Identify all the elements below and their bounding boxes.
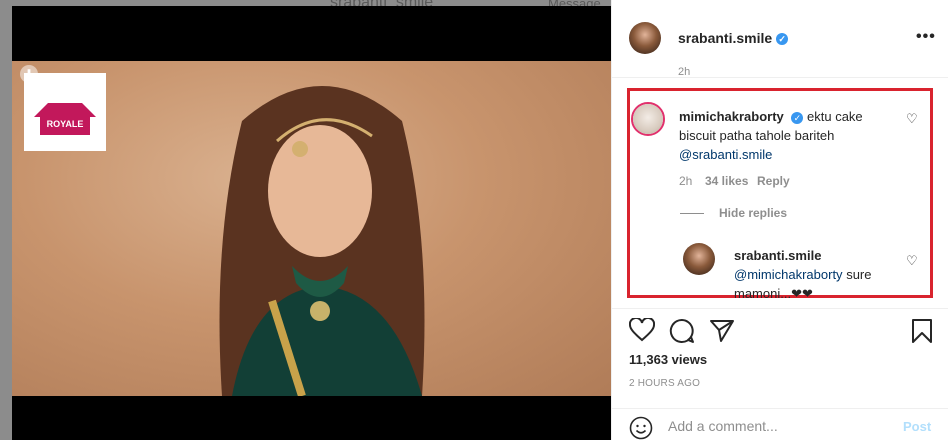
more-horizontal-icon[interactable]: ••• <box>916 28 936 46</box>
reply-mention[interactable]: @mimichakraborty <box>734 267 843 282</box>
hide-replies-button[interactable]: Hide replies <box>719 206 787 220</box>
reply-avatar[interactable] <box>683 243 715 275</box>
post-media[interactable]: ROYALE ⬇ 🔊 <box>12 6 611 440</box>
divider-line <box>680 213 704 214</box>
heart-icon[interactable] <box>629 318 655 342</box>
verified-badge-icon: ✓ <box>776 33 789 46</box>
post-button[interactable]: Post <box>903 419 931 434</box>
house-icon: ROYALE <box>40 115 90 135</box>
download-icon[interactable]: ⬇ <box>20 65 38 83</box>
comment-likes[interactable]: 34 likes <box>705 174 748 188</box>
comment-mention[interactable]: @srabanti.smile <box>679 147 772 162</box>
reply-username[interactable]: srabanti.smile <box>734 246 904 265</box>
post-time[interactable]: 2 HOURS AGO <box>629 378 700 389</box>
avatar[interactable] <box>629 22 661 54</box>
reply-like-heart-icon[interactable]: ♡ <box>906 253 918 269</box>
woman-portrait-image <box>219 86 425 396</box>
post-details-panel: srabanti.smile ✓ ••• 2h mimichakraborty ✓… <box>611 0 948 440</box>
verified-badge-icon: ✓ <box>791 111 804 124</box>
add-comment-bar: Post <box>612 408 948 442</box>
comment-text: mimichakraborty ✓ ektu cake biscuit path… <box>679 107 889 164</box>
previous-comment-time: 2h <box>678 66 691 78</box>
emoji-icon[interactable] <box>629 416 653 440</box>
backdrop-overlay-left[interactable] <box>0 10 12 440</box>
comment-like-heart-icon[interactable]: ♡ <box>906 111 918 127</box>
bookmark-icon[interactable] <box>911 318 933 344</box>
comment-avatar[interactable] <box>631 102 665 136</box>
post-header: srabanti.smile ✓ ••• <box>612 0 948 78</box>
comment-username[interactable]: mimichakraborty <box>679 109 784 124</box>
share-icon[interactable] <box>709 319 735 343</box>
header-username[interactable]: srabanti.smile <box>678 30 772 46</box>
view-count[interactable]: 11,363 views <box>629 352 707 367</box>
comment-icon[interactable] <box>669 318 695 344</box>
comment-time: 2h <box>679 174 693 188</box>
brand-logo: ROYALE <box>24 73 106 151</box>
brand-logo-text: ROYALE <box>46 119 84 129</box>
comment-input[interactable] <box>668 415 888 437</box>
header-username-wrap: srabanti.smile ✓ <box>678 30 789 46</box>
reply-button[interactable]: Reply <box>757 174 790 188</box>
video-frame[interactable]: ROYALE ⬇ 🔊 <box>12 61 611 396</box>
post-actions: 11,363 views 2 HOURS AGO Post <box>612 308 948 442</box>
reply-text: srabanti.smile @mimichakraborty sure mam… <box>734 246 904 303</box>
